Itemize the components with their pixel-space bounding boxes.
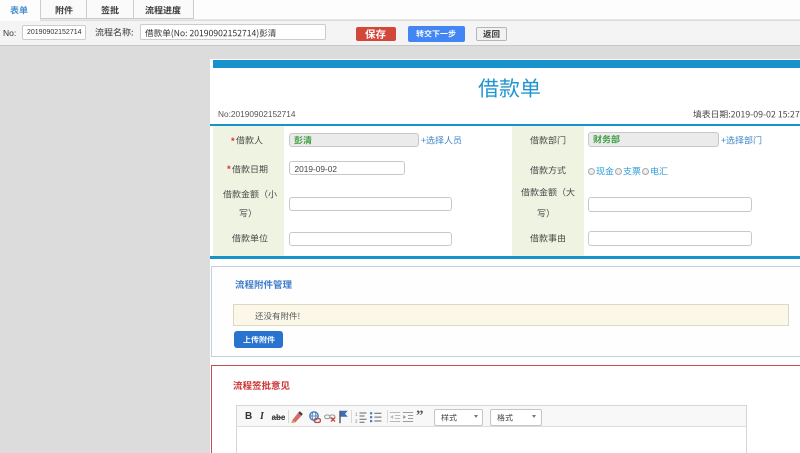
svg-text:1: 1 bbox=[355, 412, 358, 417]
svg-text:2: 2 bbox=[355, 419, 358, 424]
